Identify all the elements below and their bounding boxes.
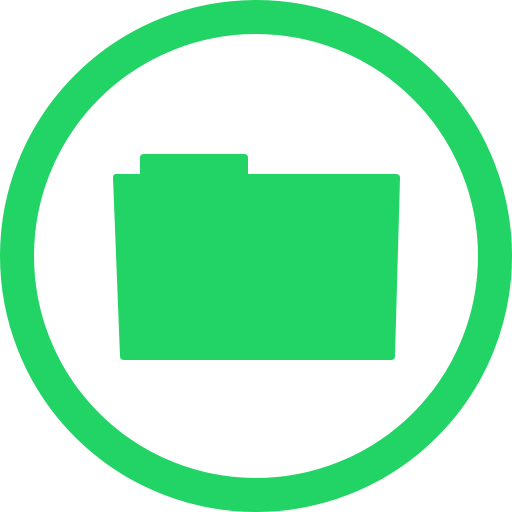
folder-body: [113, 174, 400, 360]
icon-canvas: [0, 0, 512, 512]
folder-circle-icon: [0, 0, 512, 512]
folder-icon: [113, 154, 400, 360]
folder-tab: [140, 154, 248, 176]
